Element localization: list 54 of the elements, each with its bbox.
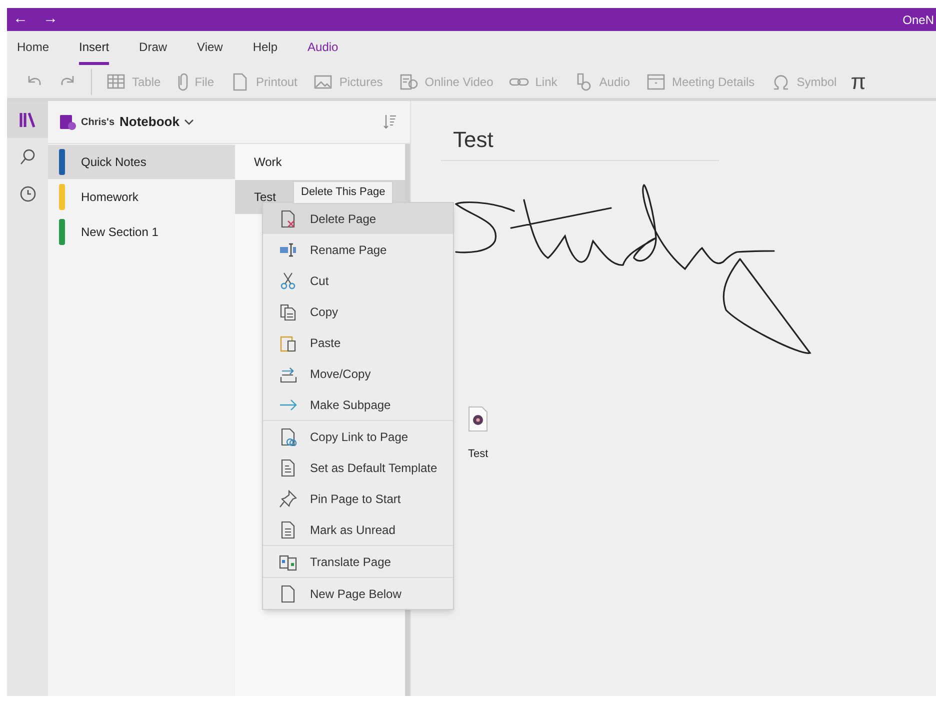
search-icon <box>18 146 38 166</box>
ribbon-tab[interactable]: Draw <box>139 38 168 65</box>
page-lines-icon <box>279 520 297 538</box>
section-tab[interactable]: Homework <box>48 180 235 214</box>
menu-item[interactable]: Pin Page to Start <box>263 483 453 514</box>
table-icon <box>106 72 126 92</box>
section-tab[interactable]: New Section 1 <box>48 215 235 249</box>
sort-icon <box>383 114 397 130</box>
forward-button[interactable]: → <box>37 8 67 31</box>
page-link-icon <box>279 428 297 446</box>
section-tab[interactable]: Quick Notes <box>48 145 235 179</box>
ribbon-tab[interactable]: Help <box>252 38 278 65</box>
tooltip: Delete This Page <box>293 181 394 204</box>
pin-icon <box>279 490 297 508</box>
notebook-icon <box>58 113 76 131</box>
window-title: OneN <box>902 12 935 28</box>
template-icon <box>279 458 297 476</box>
ribbon-tab[interactable]: Audio <box>308 38 338 65</box>
clipboard-icon <box>279 334 297 352</box>
menu-item[interactable]: Copy <box>263 296 453 327</box>
ribbon-tab[interactable]: Home <box>17 38 50 65</box>
menu-item[interactable]: Translate Page <box>263 546 453 577</box>
attachment-label: Test <box>468 447 488 462</box>
translate-icon <box>279 552 297 570</box>
menu-item[interactable]: Paste <box>263 327 453 358</box>
library-icon <box>18 110 38 130</box>
menu-item[interactable]: Delete Page <box>263 203 453 234</box>
menu-item[interactable]: Rename Page <box>263 234 453 265</box>
chevron-down-icon <box>184 118 194 126</box>
video-icon <box>398 72 419 92</box>
rename-icon <box>279 240 297 258</box>
ribbon-tab[interactable]: View <box>197 38 223 65</box>
page-title[interactable]: Test <box>441 123 719 156</box>
scissors-icon <box>279 272 297 290</box>
move-icon <box>279 364 297 382</box>
menu-item[interactable]: Make Subpage <box>263 389 453 420</box>
page-tab[interactable]: Work <box>235 145 405 179</box>
page-delete-icon <box>279 210 297 228</box>
menu-item[interactable]: Move/Copy <box>263 358 453 389</box>
equation-button[interactable]: π <box>844 70 872 92</box>
menu-item[interactable]: Copy Link to Page <box>263 421 453 452</box>
copy-icon <box>279 302 297 320</box>
audio-file-icon <box>468 406 488 432</box>
menu-item[interactable]: Set as Default Template <box>263 452 453 483</box>
back-button[interactable]: ← <box>7 8 37 31</box>
page-icon <box>279 584 297 602</box>
menu-item[interactable]: New Page Below <box>263 578 453 609</box>
nav-rail-button[interactable] <box>7 101 48 138</box>
paperclip-icon <box>176 72 189 92</box>
menu-item[interactable]: Mark as Unread <box>263 514 453 545</box>
menu-item[interactable]: Cut <box>263 265 453 296</box>
notebook-picker[interactable]: Chris's Notebook <box>58 112 194 132</box>
clock-icon <box>18 184 38 204</box>
calendar-icon <box>646 72 666 92</box>
